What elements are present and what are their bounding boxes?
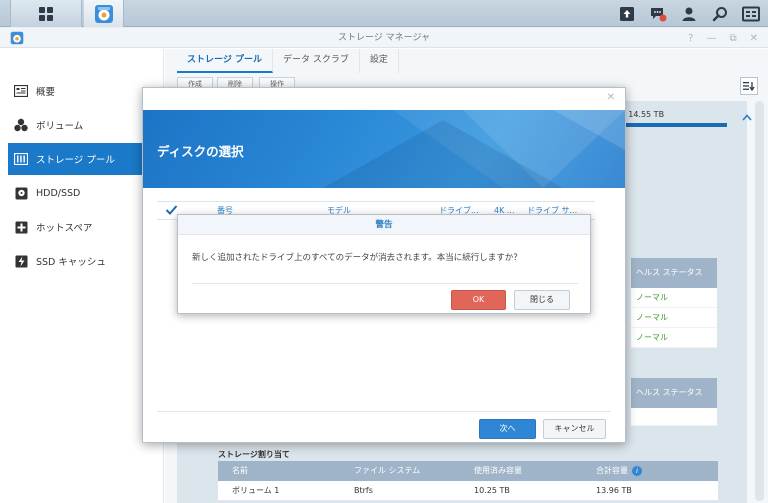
ssd-cache-icon <box>14 254 28 268</box>
tab-storage-pool[interactable]: ストレージ プール <box>177 49 273 73</box>
taskbar <box>0 0 768 27</box>
column-used: 使用済み容量 <box>474 466 522 475</box>
sidebar-item-label: ボリューム <box>36 121 84 132</box>
health-status-cell-empty <box>631 408 717 426</box>
sidebar-item-label: ストレージ プール <box>36 155 115 166</box>
sidebar-item-ssd-cache[interactable]: SSD キャッシュ <box>8 245 158 277</box>
sort-icon <box>743 82 755 91</box>
window-controls: ? — ⧉ ✕ <box>688 28 758 48</box>
volume-icon <box>14 118 28 132</box>
ok-button[interactable]: OK <box>451 290 506 310</box>
sort-button[interactable] <box>740 77 758 95</box>
sidebar-item-overview[interactable]: 概要 <box>8 75 158 107</box>
sidebar-item-label: ホットスペア <box>36 223 93 234</box>
storage-allocation-table: 名前 ファイル システム 使用済み容量 合計容量 i ボリューム 1 Btrfs… <box>218 461 718 501</box>
cancel-button[interactable]: キャンセル <box>543 419 606 439</box>
dialog-banner: ディスクの選択 <box>143 110 625 188</box>
tab-settings[interactable]: 設定 <box>360 49 399 73</box>
user-icon[interactable] <box>678 3 700 25</box>
window-titlebar[interactable]: ストレージ マネージャ ? — ⧉ ✕ <box>0 28 768 48</box>
sidebar-item-hdd-ssd[interactable]: HDD/SSD <box>8 177 158 209</box>
health-status-table: ヘルス ステータス ノーマル ノーマル ノーマル <box>631 258 717 348</box>
sidebar-item-label: HDD/SSD <box>36 187 81 199</box>
health-status-header: ヘルス ステータス <box>631 378 717 408</box>
sidebar: 概要 ボリューム ストレージ プール HDD/SSD ホットスペア SSD キャ… <box>0 49 164 503</box>
warning-title: 警告 <box>178 215 590 235</box>
health-status-header: ヘルス ステータス <box>631 258 717 288</box>
minimize-icon[interactable]: — <box>706 33 716 44</box>
hot-spare-icon <box>14 220 28 234</box>
close-button[interactable]: 閉じる <box>514 290 570 310</box>
cell-total: 13.96 TB <box>596 486 632 495</box>
storage-allocation-title: ストレージ割り当て <box>218 450 290 459</box>
storage-manager-taskbar-button[interactable] <box>84 0 124 27</box>
sidebar-item-storage-pool[interactable]: ストレージ プール <box>8 143 158 175</box>
cell-name: ボリューム 1 <box>232 486 280 495</box>
column-filesystem: ファイル システム <box>354 466 421 475</box>
column-total: 合計容量 <box>596 466 628 475</box>
main-menu-button[interactable] <box>10 0 82 27</box>
next-button[interactable]: 次へ <box>479 419 536 439</box>
dialog-footer-divider <box>157 411 611 412</box>
sidebar-item-label: 概要 <box>36 87 56 98</box>
warning-divider <box>192 283 578 284</box>
table-row[interactable]: ボリューム 1 Btrfs 10.25 TB 13.96 TB <box>218 481 718 501</box>
taskbar-tray <box>616 0 762 27</box>
dialog-title: ディスクの選択 <box>157 144 244 159</box>
warning-dialog: 警告 新しく追加されたドライブ上のすべてのデータが消去されます。本当に続行します… <box>177 214 591 314</box>
column-name: 名前 <box>232 466 248 475</box>
health-status-cell: ノーマル <box>631 308 717 328</box>
storage-pool-icon <box>14 152 28 166</box>
sidebar-item-volume[interactable]: ボリューム <box>8 109 158 141</box>
cell-filesystem: Btrfs <box>354 486 373 495</box>
warning-message: 新しく追加されたドライブ上のすべてのデータが消去されます。本当に続行しますか？ <box>192 253 522 263</box>
search-icon[interactable] <box>709 3 731 25</box>
dialog-close-icon[interactable]: ✕ <box>607 92 615 103</box>
info-icon[interactable]: i <box>632 466 642 476</box>
main-menu-icon <box>39 6 53 21</box>
tab-data-scrub[interactable]: データ スクラブ <box>273 49 360 73</box>
maximize-icon[interactable]: ⧉ <box>729 33 736 44</box>
hdd-icon <box>14 186 28 200</box>
sidebar-item-hot-spare[interactable]: ホットスペア <box>8 211 158 243</box>
health-status-cell: ノーマル <box>631 328 717 348</box>
cell-used: 10.25 TB <box>474 486 510 495</box>
allocation-header: 名前 ファイル システム 使用済み容量 合計容量 i <box>218 461 718 481</box>
storage-manager-icon <box>94 4 113 23</box>
widget-icon[interactable] <box>740 3 762 25</box>
window-title: ストレージ マネージャ <box>337 33 431 43</box>
pool-capacity-text: / 14.55 TB <box>623 110 665 119</box>
upload-icon[interactable] <box>616 3 638 25</box>
tab-bar: ストレージ プール データ スクラブ 設定 <box>177 49 399 73</box>
notification-icon[interactable] <box>647 3 669 25</box>
overview-icon <box>14 84 28 98</box>
scrollbar[interactable] <box>755 101 764 501</box>
sidebar-item-label: SSD キャッシュ <box>36 257 106 268</box>
help-icon[interactable]: ? <box>688 33 693 44</box>
close-icon[interactable]: ✕ <box>750 33 758 44</box>
health-status-table-2: ヘルス ステータス <box>631 378 717 426</box>
health-status-cell: ノーマル <box>631 288 717 308</box>
collapse-chevron-icon[interactable] <box>742 113 752 124</box>
pool-capacity-bar <box>620 123 727 127</box>
